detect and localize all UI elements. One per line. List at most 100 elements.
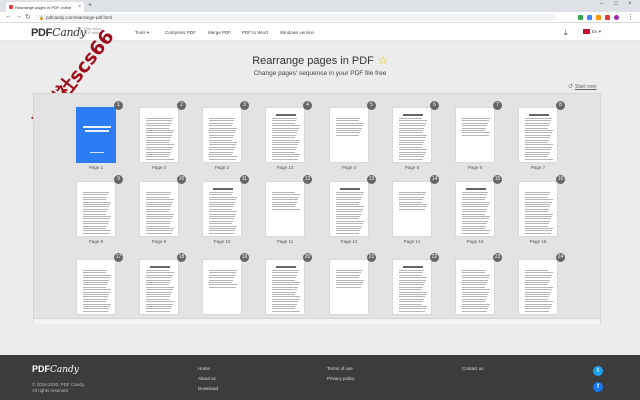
profile-avatar-icon[interactable] bbox=[614, 15, 619, 20]
back-icon[interactable]: ← bbox=[5, 13, 12, 20]
language-selector[interactable]: En ▾ bbox=[583, 29, 601, 35]
rss-extension-icon[interactable] bbox=[596, 15, 601, 20]
language-label: En bbox=[592, 29, 598, 34]
chevron-down-icon: ▾ bbox=[598, 29, 602, 34]
page-thumbnail[interactable] bbox=[455, 107, 495, 163]
close-window-icon[interactable]: × bbox=[628, 1, 632, 7]
page-label: Page 8 bbox=[88, 239, 104, 244]
nav-tools[interactable]: Tools ▾ bbox=[135, 30, 149, 36]
reload-icon[interactable]: ↻ bbox=[25, 13, 31, 21]
footer-logo-script: Candy bbox=[50, 365, 79, 375]
page-number-badge: 8 bbox=[556, 101, 565, 110]
page-number-badge: 10 bbox=[177, 175, 186, 184]
footer-link-about[interactable]: About us bbox=[198, 376, 216, 381]
page-number-badge: 5 bbox=[367, 101, 376, 110]
url-field[interactable]: 🔒 pdfcandy.com/rearrange-pdf.html bbox=[36, 14, 556, 21]
page-number-badge: 18 bbox=[177, 253, 186, 262]
page-thumbnail[interactable] bbox=[392, 259, 432, 315]
page-thumbnail[interactable] bbox=[518, 107, 558, 163]
page-label: Page 7 bbox=[530, 165, 546, 170]
download-icon[interactable]: ⤓ bbox=[564, 28, 568, 38]
page-thumbnail[interactable] bbox=[518, 259, 558, 315]
start-over-button[interactable]: ↺ Start over bbox=[568, 83, 597, 90]
page-number-badge: 11 bbox=[240, 175, 249, 184]
forward-icon[interactable]: → bbox=[15, 13, 22, 20]
page-number-badge: 2 bbox=[177, 101, 186, 110]
page-number-badge: 7 bbox=[493, 101, 502, 110]
page-label: Page 13 bbox=[276, 165, 294, 170]
page-thumbnail[interactable] bbox=[455, 259, 495, 315]
nav-merge-pdf[interactable]: Merge PDF bbox=[208, 30, 231, 35]
favorite-star-icon[interactable]: ☆ bbox=[378, 55, 388, 67]
page-thumbnail[interactable] bbox=[76, 259, 116, 315]
new-tab-icon[interactable]: + bbox=[88, 2, 92, 9]
logo-text: PDF bbox=[31, 27, 53, 39]
page-number-badge: 3 bbox=[240, 101, 249, 110]
page-number-badge: 12 bbox=[303, 175, 312, 184]
page-thumbnail[interactable] bbox=[139, 107, 179, 163]
page-thumbnail[interactable] bbox=[76, 181, 116, 237]
footer-link-home[interactable]: Home bbox=[198, 366, 210, 371]
page-thumbnail[interactable] bbox=[265, 107, 305, 163]
page-thumbnail[interactable] bbox=[329, 181, 369, 237]
extension-icon[interactable] bbox=[587, 15, 592, 20]
browser-tab[interactable]: Rearrange pages in PDF online × bbox=[6, 2, 84, 12]
site-logo[interactable]: PDFCandy bbox=[31, 26, 86, 39]
footer-link-download[interactable]: Download bbox=[198, 386, 218, 391]
page-thumbnail[interactable] bbox=[329, 107, 369, 163]
page-number-badge: 24 bbox=[556, 253, 565, 262]
page-thumbnail[interactable] bbox=[518, 181, 558, 237]
nav-compress-pdf[interactable]: Compress PDF bbox=[165, 30, 196, 35]
maximize-icon[interactable]: □ bbox=[614, 1, 618, 7]
browser-menu-icon[interactable]: ⋮ bbox=[627, 13, 634, 21]
page-label: Page 12 bbox=[340, 239, 358, 244]
minimize-icon[interactable]: – bbox=[600, 1, 603, 7]
page-label: Page 1 bbox=[88, 165, 104, 170]
pages-grid-scroll-strip[interactable] bbox=[33, 319, 601, 324]
nav-windows-version[interactable]: Windows version bbox=[280, 30, 314, 35]
facebook-icon[interactable]: f bbox=[593, 382, 603, 392]
page-label: Page 9 bbox=[151, 239, 167, 244]
footer-logo[interactable]: PDFCandy bbox=[32, 364, 79, 375]
page-thumbnail[interactable] bbox=[76, 107, 116, 163]
page-thumbnail[interactable] bbox=[329, 259, 369, 315]
footer-link-privacy[interactable]: Privacy policy bbox=[327, 376, 355, 381]
browser-tab-bar: Rearrange pages in PDF online × + – □ × bbox=[0, 0, 640, 12]
page-number-badge: 6 bbox=[430, 101, 439, 110]
page-thumbnail[interactable] bbox=[392, 107, 432, 163]
copyright-line-2: All rights reserved bbox=[32, 388, 69, 393]
footer-link-contact[interactable]: Contact us bbox=[462, 366, 484, 371]
page-thumbnail[interactable] bbox=[139, 259, 179, 315]
page-number-badge: 22 bbox=[430, 253, 439, 262]
pages-grid bbox=[33, 93, 601, 319]
page-number-badge: 23 bbox=[493, 253, 502, 262]
page-number-badge: 1 bbox=[114, 101, 123, 110]
nav-pdf-to-word[interactable]: PDF to Word bbox=[242, 30, 268, 35]
refresh-icon: ↺ bbox=[568, 84, 574, 90]
footer-logo-text: PDF bbox=[32, 364, 50, 374]
extension-icon[interactable] bbox=[605, 15, 610, 20]
extension-icon[interactable] bbox=[578, 15, 583, 20]
page-label: Page 4 bbox=[341, 165, 357, 170]
close-tab-icon[interactable]: × bbox=[78, 4, 81, 10]
page-label: Page 2 bbox=[151, 165, 167, 170]
page-thumbnail[interactable] bbox=[455, 181, 495, 237]
page-number-badge: 21 bbox=[367, 253, 376, 262]
page-thumbnail[interactable] bbox=[202, 181, 242, 237]
twitter-icon[interactable]: t bbox=[593, 366, 603, 376]
page-thumbnail[interactable] bbox=[202, 259, 242, 315]
lock-icon: 🔒 bbox=[39, 15, 44, 20]
page-thumbnail[interactable] bbox=[392, 181, 432, 237]
url-text: pdfcandy.com/rearrange-pdf.html bbox=[46, 15, 112, 20]
address-bar-row: ← → ↻ 🔒 pdfcandy.com/rearrange-pdf.html … bbox=[0, 12, 640, 23]
chevron-down-icon: ▾ bbox=[146, 30, 150, 35]
page-thumbnail[interactable] bbox=[202, 107, 242, 163]
copyright: © 2016-2020, PDF Candy. All rights reserv… bbox=[32, 382, 85, 394]
footer-link-terms[interactable]: Terms of use bbox=[327, 366, 353, 371]
page-thumbnail[interactable] bbox=[265, 181, 305, 237]
page-subtitle: Change pages' sequence in your PDF file … bbox=[253, 70, 387, 77]
page-number-badge: 16 bbox=[556, 175, 565, 184]
page-thumbnail[interactable] bbox=[265, 259, 305, 315]
tab-title: Rearrange pages in PDF online bbox=[15, 5, 72, 10]
page-thumbnail[interactable] bbox=[139, 181, 179, 237]
